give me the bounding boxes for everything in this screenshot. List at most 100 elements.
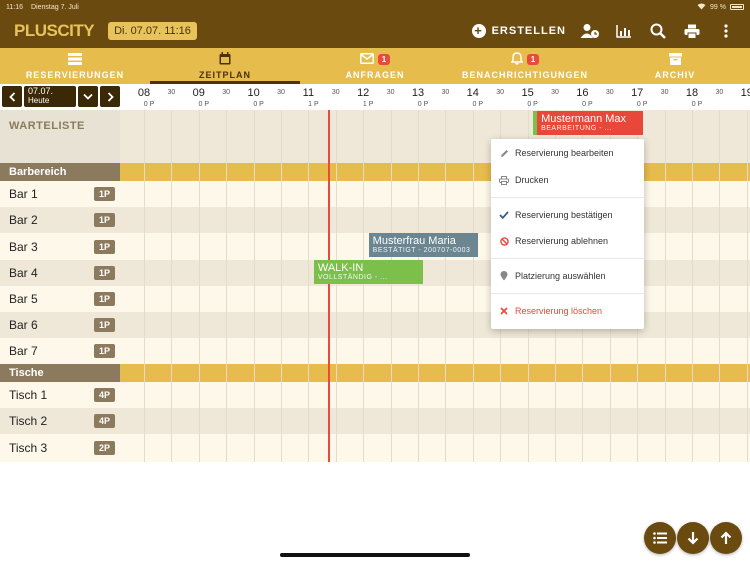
timeline-header: 07.07. Heute 08 30 09 30 10 30 11 30 12 30 13 30 14 3… [0, 84, 750, 110]
tab-zeitplan[interactable]: ZEITPLAN [150, 48, 300, 84]
tab-reservierungen[interactable]: RESERVIERUNGEN [0, 48, 150, 84]
wifi-icon [697, 3, 706, 12]
reservation-block[interactable]: Musterfrau Maria BESTÄTIGT - 200707-0003 [368, 233, 479, 257]
plus-circle-icon: + [471, 24, 486, 38]
next-day-button[interactable] [100, 86, 120, 107]
half-hour-label: 30 [331, 89, 340, 96]
grid-line [253, 110, 255, 462]
notifications-badge: 1 [526, 54, 540, 65]
create-button-label: ERSTELLEN [491, 25, 566, 37]
bell-icon [510, 52, 524, 67]
main-tabs: RESERVIERUNGEN ZEITPLAN 1 ANFRAGEN 1 BEN… [0, 48, 750, 84]
hour-label: 17 [631, 87, 644, 99]
half-hour-label: 30 [167, 89, 176, 96]
capacity-badge: 1P [93, 239, 115, 254]
tab-label: BENACHRICHTIGUNGEN [462, 69, 588, 80]
user-clock-icon[interactable] [580, 22, 600, 40]
capacity-badge: 1P [93, 266, 115, 280]
calendar-icon [219, 52, 231, 67]
hour-label: 15 [521, 87, 534, 99]
half-hour-label: 30 [222, 89, 231, 96]
date-picker[interactable]: 07.07. Heute [24, 86, 76, 107]
map-pin-icon [499, 271, 509, 281]
date-picker-sub: Heute [28, 96, 50, 105]
hour-label: 12 [357, 87, 370, 99]
prev-day-button[interactable] [2, 86, 22, 107]
current-datetime[interactable]: Di. 07.07. 11:16 [108, 22, 197, 40]
battery-percent: 99 % [710, 3, 726, 11]
date-picker-date: 07.07. [28, 86, 54, 96]
check-icon [499, 210, 509, 220]
reservation-block[interactable]: Mustermann Max BEARBEITUNG - ... [533, 111, 643, 135]
status-time: 11:16 [6, 3, 23, 11]
scroll-up-button[interactable] [710, 522, 742, 554]
bar-chart-icon[interactable] [614, 22, 634, 40]
occupancy-label: 0 P [636, 101, 648, 108]
chevron-down-icon [83, 93, 93, 100]
row-name: Bar 4 [9, 266, 38, 280]
list-view-button[interactable] [644, 522, 676, 554]
list-icon [653, 532, 667, 544]
scroll-down-button[interactable] [677, 522, 709, 554]
row-name: Bar 5 [9, 292, 38, 306]
list-icon [68, 52, 82, 67]
occupancy-label: 0 P [417, 101, 429, 108]
menu-item-print[interactable]: Drucken [491, 170, 644, 190]
occupancy-label: 0 P [198, 101, 210, 108]
grid-line [692, 110, 693, 462]
hour-label: 08 [137, 87, 151, 99]
hour-label: 11 [302, 87, 315, 99]
tab-benachrichtigungen[interactable]: 1 BENACHRICHTIGUNGEN [450, 48, 600, 84]
reservation-block[interactable]: WALK-IN VOLLSTÄNDIG - ... [313, 260, 424, 284]
menu-item-label: Drucken [515, 175, 549, 185]
half-hour-label: 30 [715, 89, 724, 96]
row-name: Bar 1 [9, 187, 38, 201]
grid-line [719, 110, 721, 462]
capacity-badge: 4P [93, 414, 115, 428]
create-button[interactable]: + ERSTELLEN [471, 24, 566, 38]
row-name: Tisch 2 [9, 414, 48, 428]
occupancy-label: 0 P [691, 101, 703, 108]
tab-anfragen[interactable]: 1 ANFRAGEN [300, 48, 450, 84]
capacity-badge: 1P [93, 318, 115, 332]
battery-icon [730, 4, 744, 10]
menu-item-edit[interactable]: Reservierung bearbeiten [491, 143, 644, 163]
current-time-indicator [328, 110, 330, 462]
grid-line [664, 110, 666, 462]
menu-divider [491, 197, 644, 198]
date-dropdown-button[interactable] [78, 86, 98, 107]
hour-label: 10 [247, 87, 260, 99]
menu-item-label: Reservierung löschen [515, 306, 603, 316]
occupancy-label: 1 P [308, 101, 319, 108]
chevron-right-icon [107, 91, 114, 102]
menu-item-decline[interactable]: Reservierung ablehnen [491, 231, 644, 251]
section-title: Tische [0, 364, 120, 382]
hour-label: 09 [192, 87, 205, 99]
reservation-status: BEARBEITUNG - ... [541, 125, 612, 132]
tab-label: ARCHIV [654, 69, 696, 80]
more-vertical-icon[interactable] [716, 22, 736, 40]
reservation-name: Mustermann Max [541, 113, 627, 125]
requests-badge: 1 [377, 54, 391, 65]
app-header: PLUSCITY Di. 07.07. 11:16 + ERSTELLEN [0, 14, 750, 48]
reservation-status: BESTÄTIGT - 200707-0003 [372, 247, 471, 254]
printer-icon[interactable] [682, 22, 702, 40]
pencil-icon [499, 148, 509, 158]
capacity-badge: 1P [93, 344, 115, 358]
menu-item-delete[interactable]: Reservierung löschen [491, 301, 644, 321]
search-icon[interactable] [648, 22, 668, 40]
menu-item-confirm[interactable]: Reservierung bestätigen [491, 205, 644, 225]
menu-item-placement[interactable]: Platzierung auswählen [491, 266, 644, 286]
grid-line [144, 110, 145, 462]
capacity-badge: 1P [93, 187, 115, 201]
occupancy-label: 0 P [582, 101, 593, 108]
hour-label: 14 [466, 87, 479, 99]
occupancy-label: 0 P [253, 101, 264, 108]
tab-archiv[interactable]: ARCHIV [600, 48, 750, 84]
reservation-status: VOLLSTÄNDIG - ... [317, 274, 388, 281]
home-indicator [280, 553, 470, 557]
row-name: Tisch 1 [9, 388, 48, 402]
row-name: Bar 3 [9, 239, 38, 254]
waitlist-label-text: WARTELISTE [9, 120, 85, 132]
capacity-badge: 4P [93, 388, 115, 402]
